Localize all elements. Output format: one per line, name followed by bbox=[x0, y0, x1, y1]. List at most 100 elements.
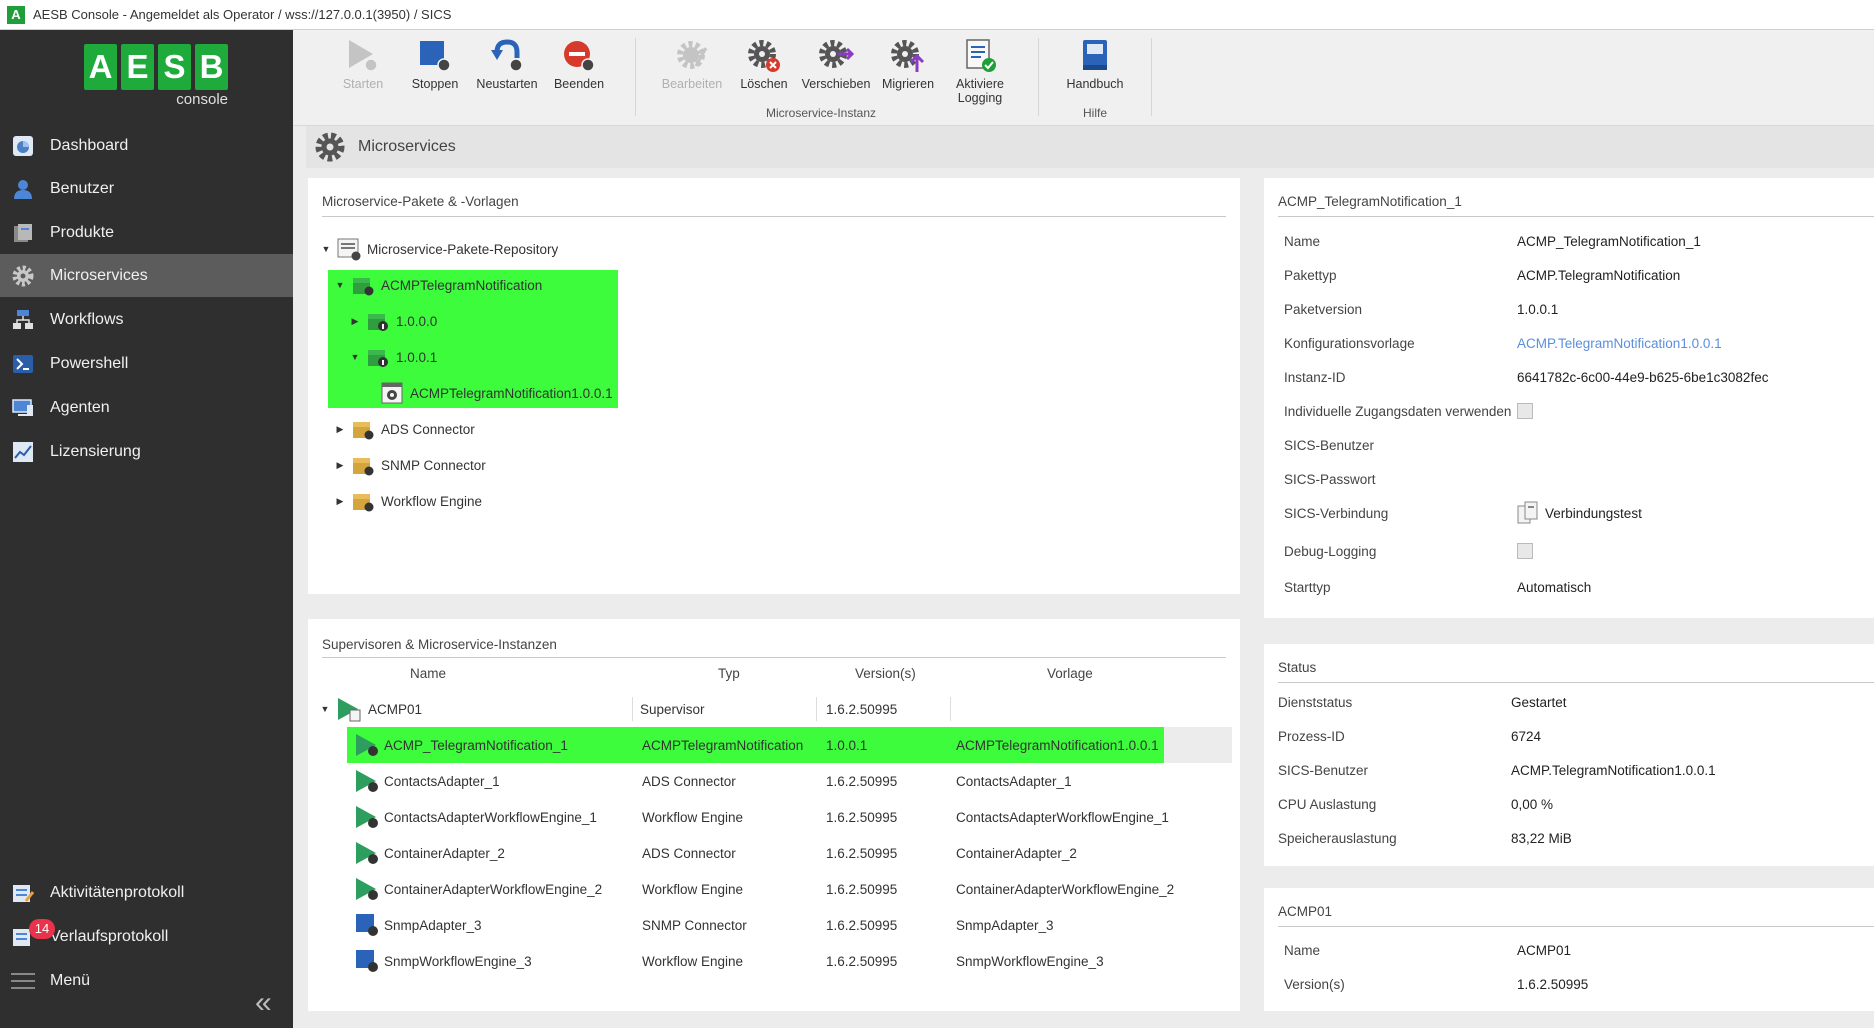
activity-log-icon bbox=[11, 881, 35, 905]
property-sics-user: SICS-Benutzer bbox=[1284, 430, 1864, 460]
supervisor-icon bbox=[338, 698, 361, 722]
manual-button[interactable]: Handbuch bbox=[1059, 38, 1131, 91]
instance-type: Workflow Engine bbox=[642, 953, 744, 969]
sidebar-item-label: Lizensierung bbox=[50, 442, 141, 460]
property-value: ACMP01 bbox=[1517, 942, 1572, 958]
edit-button[interactable]: Bearbeiten bbox=[656, 38, 728, 91]
ribbon-separator bbox=[635, 38, 636, 116]
manual-label: Handbuch bbox=[1066, 77, 1124, 91]
gear-icon bbox=[11, 264, 35, 288]
quit-icon bbox=[561, 38, 597, 74]
column-header-version[interactable]: Version(s) bbox=[855, 666, 916, 681]
config-template-link[interactable]: ACMP.TelegramNotification1.0.0.1 bbox=[1517, 336, 1722, 351]
instance-row-2[interactable]: ContactsAdapterWorkflowEngine_1 Workflow… bbox=[346, 799, 1232, 835]
sidebar-item-verlaufsprotokoll[interactable]: 14 Verlaufsprotokoll bbox=[0, 915, 293, 958]
property-label: SICS-Verbindung bbox=[1284, 505, 1389, 521]
stop-button[interactable]: Stoppen bbox=[399, 38, 471, 91]
instance-row-3[interactable]: ContainerAdapter_2 ADS Connector 1.6.2.5… bbox=[346, 835, 1232, 871]
restart-button[interactable]: Neustarten bbox=[471, 38, 543, 91]
tree-label: Workflow Engine bbox=[381, 493, 483, 509]
caret-down-icon: ▼ bbox=[335, 280, 345, 290]
tree-node-acmp-package[interactable]: ▼ ACMPTelegramNotification bbox=[335, 270, 542, 300]
sidebar-item-agenten[interactable]: Agenten bbox=[0, 386, 293, 429]
connection-test-button[interactable]: Verbindungstest bbox=[1517, 501, 1642, 525]
sidebar-item-aktivitaetenprotokoll[interactable]: Aktivitätenprotokoll bbox=[0, 871, 293, 914]
quit-button[interactable]: Beenden bbox=[543, 38, 615, 91]
sidebar-item-dashboard[interactable]: Dashboard bbox=[0, 124, 293, 167]
caret-down-icon: ▼ bbox=[321, 244, 331, 254]
tree-node-version-1001[interactable]: ▼ 1.0.0.1 bbox=[350, 342, 437, 372]
sidebar-item-label: Produkte bbox=[50, 223, 115, 241]
instances-panel-title: Supervisoren & Microservice-Instanzen bbox=[322, 637, 557, 652]
column-header-name[interactable]: Name bbox=[410, 666, 446, 681]
instance-template: ContactsAdapterWorkflowEngine_1 bbox=[956, 809, 1169, 825]
property-label: CPU Auslastung bbox=[1278, 796, 1377, 812]
property-value: Gestartet bbox=[1511, 694, 1567, 710]
instance-version: 1.6.2.50995 bbox=[826, 953, 898, 969]
tree-node-repository[interactable]: ▼ Microservice-Pakete-Repository bbox=[321, 234, 558, 264]
caret-down-icon: ▼ bbox=[350, 352, 360, 362]
instance-version: 1.6.2.50995 bbox=[826, 809, 898, 825]
cell-divider bbox=[632, 697, 633, 721]
property-value: 1.0.0.1 bbox=[1517, 301, 1559, 317]
sidebar-item-powershell[interactable]: Powershell bbox=[0, 342, 293, 385]
sidebar-item-benutzer[interactable]: Benutzer bbox=[0, 167, 293, 210]
instance-type: Workflow Engine bbox=[642, 809, 744, 825]
debug-logging-checkbox[interactable] bbox=[1517, 543, 1533, 559]
caret-right-icon: ▶ bbox=[336, 423, 344, 434]
supervisor-row[interactable]: ▼ ACMP01 Supervisor 1.6.2.50995 bbox=[320, 691, 1232, 727]
sidebar-item-menu[interactable]: Menü bbox=[0, 959, 293, 1002]
caret-right-icon: ▶ bbox=[336, 459, 344, 470]
repository-icon bbox=[337, 237, 361, 261]
instance-row-6[interactable]: SnmpWorkflowEngine_3 Workflow Engine 1.6… bbox=[346, 943, 1232, 979]
property-value: 1.6.2.50995 bbox=[1517, 976, 1589, 992]
enable-logging-button[interactable]: Aktiviere Logging bbox=[944, 38, 1016, 105]
property-sics-password: SICS-Passwort bbox=[1284, 464, 1864, 494]
quit-label: Beenden bbox=[553, 77, 605, 91]
restart-label: Neustarten bbox=[476, 77, 538, 91]
property-label: Name bbox=[1284, 233, 1321, 249]
instance-type: Workflow Engine bbox=[642, 881, 744, 897]
sidebar-item-microservices[interactable]: Microservices bbox=[0, 254, 293, 297]
tree-node-template[interactable]: ACMPTelegramNotification1.0.0.1 bbox=[380, 378, 613, 408]
tree-node-workflow-engine[interactable]: ▶ Workflow Engine bbox=[335, 486, 482, 516]
status-process-id: Prozess-ID 6724 bbox=[1278, 721, 1858, 751]
instance-version: 1.6.2.50995 bbox=[826, 881, 898, 897]
move-button[interactable]: Verschieben bbox=[800, 38, 872, 91]
caret-down-icon: ▼ bbox=[320, 704, 330, 714]
instance-template: ContainerAdapterWorkflowEngine_2 bbox=[956, 881, 1175, 897]
tree-node-version-1000[interactable]: ▶ 1.0.0.0 bbox=[350, 306, 437, 336]
instance-name: ContainerAdapter_2 bbox=[384, 845, 505, 861]
column-header-type[interactable]: Typ bbox=[718, 666, 740, 681]
supervisor-version: 1.6.2.50995 bbox=[826, 701, 898, 717]
start-button[interactable]: Starten bbox=[327, 38, 399, 91]
tree-node-ads-connector[interactable]: ▶ ADS Connector bbox=[335, 414, 475, 444]
host-panel-title: ACMP01 bbox=[1278, 904, 1333, 919]
instance-name: SnmpAdapter_3 bbox=[384, 917, 482, 933]
host-version: Version(s) 1.6.2.50995 bbox=[1284, 969, 1864, 999]
sidebar-item-produkte[interactable]: Produkte bbox=[0, 211, 293, 254]
sidebar-item-workflows[interactable]: Workflows bbox=[0, 298, 293, 341]
instance-name: ContactsAdapter_1 bbox=[384, 773, 500, 789]
property-label: Dienststatus bbox=[1278, 694, 1353, 710]
collapse-sidebar-button[interactable]: « bbox=[255, 986, 271, 1020]
instance-row-4[interactable]: ContainerAdapterWorkflowEngine_2 Workflo… bbox=[346, 871, 1232, 907]
migrate-button[interactable]: Migrieren bbox=[872, 38, 944, 91]
logging-label-line1: Aktiviere bbox=[956, 77, 1004, 91]
instance-template: SnmpAdapter_3 bbox=[956, 917, 1054, 933]
delete-button[interactable]: Löschen bbox=[728, 38, 800, 91]
instance-row-0[interactable]: ACMP_TelegramNotification_1 ACMPTelegram… bbox=[346, 727, 1232, 763]
packages-panel: Microservice-Pakete & -Vorlagen ▼ Micros… bbox=[308, 178, 1240, 594]
column-header-template[interactable]: Vorlage bbox=[1047, 666, 1093, 681]
instance-name: ContactsAdapterWorkflowEngine_1 bbox=[384, 809, 597, 825]
packages-panel-title: Microservice-Pakete & -Vorlagen bbox=[322, 194, 519, 209]
sidebar-item-label: Menü bbox=[50, 971, 91, 989]
instance-row-1[interactable]: ContactsAdapter_1 ADS Connector 1.6.2.50… bbox=[346, 763, 1232, 799]
status-panel-title: Status bbox=[1278, 660, 1317, 675]
instance-row-5[interactable]: SnmpAdapter_3 SNMP Connector 1.6.2.50995… bbox=[346, 907, 1232, 943]
credentials-checkbox[interactable] bbox=[1517, 403, 1533, 419]
stop-icon bbox=[417, 38, 453, 74]
connection-test-icon bbox=[1517, 501, 1538, 524]
tree-node-snmp-connector[interactable]: ▶ SNMP Connector bbox=[335, 450, 486, 480]
sidebar-item-lizensierung[interactable]: Lizensierung bbox=[0, 430, 293, 473]
